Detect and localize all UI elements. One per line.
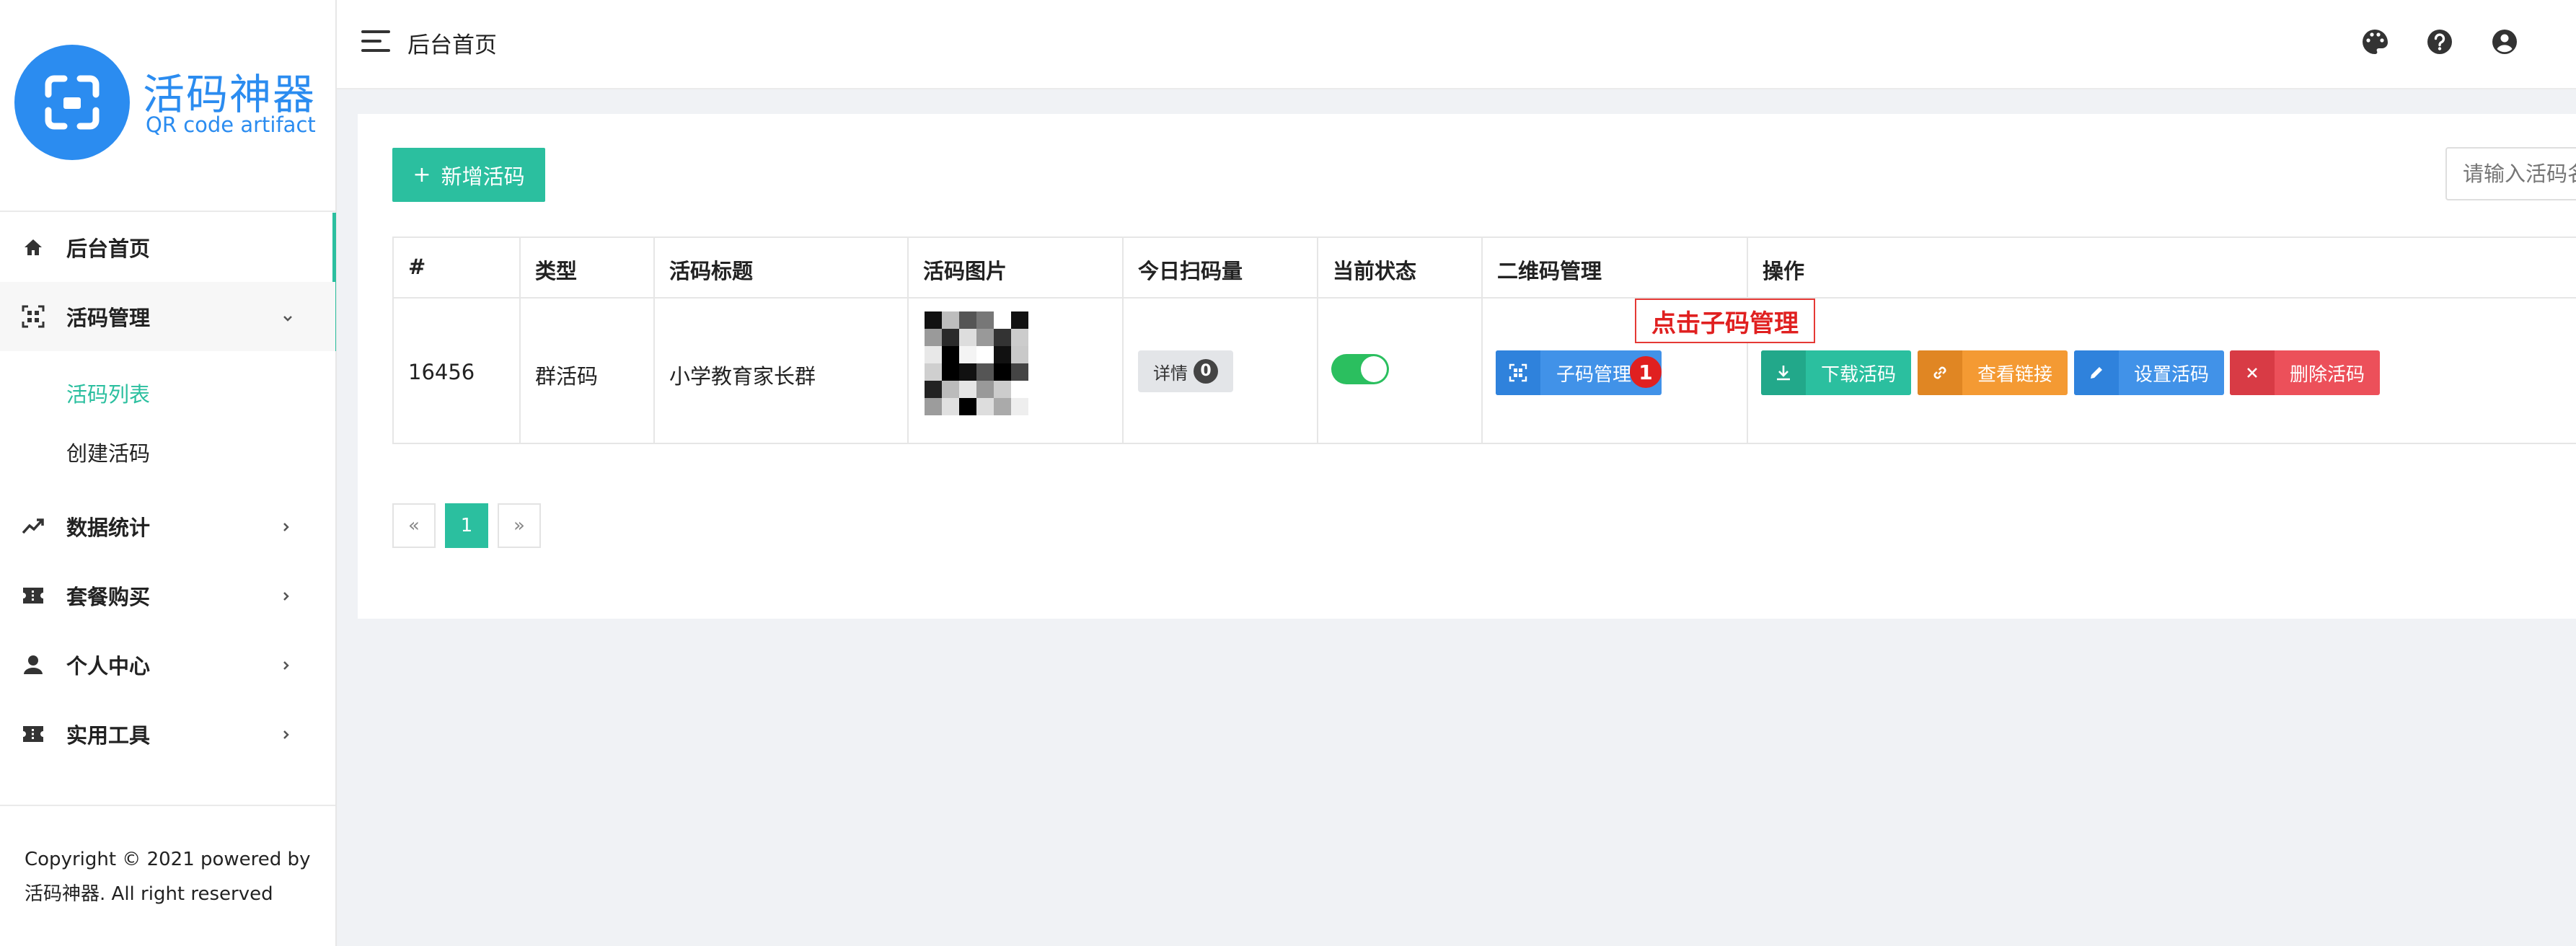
delete-qr-label: 删除活码 [2289,363,2365,386]
ticket-icon [20,721,46,747]
table-border [907,236,909,444]
sidebar-item-purchase[interactable]: 套餐购买 [0,561,335,630]
logo[interactable]: 活码神器 QR code artifact [14,45,317,160]
top-header: 后台首页 [337,0,2576,89]
trend-icon [20,513,46,539]
table-border [392,236,394,444]
home-icon [20,234,46,260]
help-icon[interactable] [2425,27,2457,59]
copyright: Copyright © 2021 powered by 活码神器. All ri… [25,842,327,911]
page-title: 后台首页 [407,32,497,58]
cell-title: 小学教育家长群 [669,364,816,389]
instruction-callout: 点击子码管理 [1635,299,1815,343]
view-link-button[interactable]: 查看链接 [1918,350,2068,395]
sidebar-item-label: 数据统计 [66,516,151,540]
sidebar-divider [0,805,335,806]
delete-qr-button[interactable]: 删除活码 [2230,350,2380,395]
logo-subtitle: QR code artifact [146,112,316,137]
add-qr-label: 新增活码 [441,164,525,189]
sidebar-item-label: 活码管理 [66,306,151,330]
pagination-prev[interactable]: « [392,503,436,548]
scan-count-badge: 0 [1194,359,1218,384]
qr-table: # 类型 活码标题 活码图片 今日扫码量 当前状态 二维码管理 操作 16456… [392,236,2576,444]
qr-code-image[interactable] [925,311,1028,415]
link-icon [1918,350,1962,395]
table-border [1122,236,1124,444]
column-header[interactable]: 操作 [1763,255,1804,285]
column-header[interactable]: # [408,255,425,279]
column-header[interactable]: 今日扫码量 [1138,255,1243,285]
user-icon [20,652,46,678]
chevron-right-icon [283,585,290,606]
palette-icon[interactable] [2360,27,2392,59]
settings-qr-label: 设置活码 [2133,363,2209,386]
chevron-down-icon [283,306,293,327]
account-icon[interactable] [2490,27,2522,59]
cell-type: 群活码 [535,364,599,389]
status-toggle[interactable] [1331,354,1389,384]
chevron-right-icon [283,724,290,744]
download-qr-button[interactable]: 下载活码 [1761,350,1911,395]
column-header[interactable]: 当前状态 [1333,255,1416,285]
table-border [392,297,2576,299]
logo-scan-icon [14,45,130,160]
close-icon [2230,350,2275,395]
cell-id: 16456 [408,360,475,384]
toggle-knob [1361,356,1387,382]
submenu-item-create-qr[interactable]: 创建活码 [66,437,150,467]
sidebar-divider [0,211,335,212]
submenu-item-qr-list[interactable]: 活码列表 [66,378,150,408]
settings-qr-button[interactable]: 设置活码 [2074,350,2224,395]
sidebar: 活码神器 QR code artifact 后台首页 活码管理 活码列表 创建活… [0,0,337,946]
download-qr-label: 下载活码 [1820,363,1896,386]
sidebar-item-tools[interactable]: 实用工具 [0,699,335,769]
chevron-right-icon [283,516,290,536]
column-header[interactable]: 二维码管理 [1497,255,1602,285]
add-qr-button[interactable]: + 新增活码 [392,148,545,202]
table-border [1481,236,1483,444]
sidebar-item-statistics[interactable]: 数据统计 [0,492,335,561]
column-header[interactable]: 活码标题 [669,255,753,285]
table-border [519,236,521,444]
table-border [392,236,2576,238]
table-border [653,236,655,444]
pagination-next[interactable]: » [498,503,541,548]
table-border [1317,236,1318,444]
ticket-icon [20,583,46,609]
sidebar-item-label: 实用工具 [66,723,151,748]
download-icon [1761,350,1806,395]
qr-scan-icon [20,304,46,330]
sidebar-item-qr-management[interactable]: 活码管理 [0,282,335,351]
chevron-right-icon [283,655,290,675]
plus-icon: + [413,162,431,187]
detail-label: 详情 [1153,363,1188,384]
table-border [392,443,2576,444]
column-header[interactable]: 活码图片 [923,255,1007,285]
sidebar-item-label: 套餐购买 [66,585,151,609]
step-marker: 1 [1630,356,1662,388]
copyright-line: 活码神器. All right reserved [25,883,273,905]
qr-small-icon [1496,350,1540,395]
sidebar-item-profile[interactable]: 个人中心 [0,630,335,699]
pencil-icon [2074,350,2119,395]
sidebar-item-label: 个人中心 [66,654,151,678]
pagination-page[interactable]: 1 [445,503,488,548]
search-input[interactable] [2445,147,2576,200]
copyright-line: Copyright © 2021 powered by [25,849,311,870]
menu-toggle-icon[interactable] [361,30,390,52]
sidebar-item-label: 后台首页 [66,236,151,261]
column-header[interactable]: 类型 [535,255,577,285]
view-link-label: 查看链接 [1977,363,2052,386]
scan-detail-button[interactable]: 详情 0 [1138,350,1233,392]
sidebar-item-dashboard[interactable]: 后台首页 [0,213,335,282]
